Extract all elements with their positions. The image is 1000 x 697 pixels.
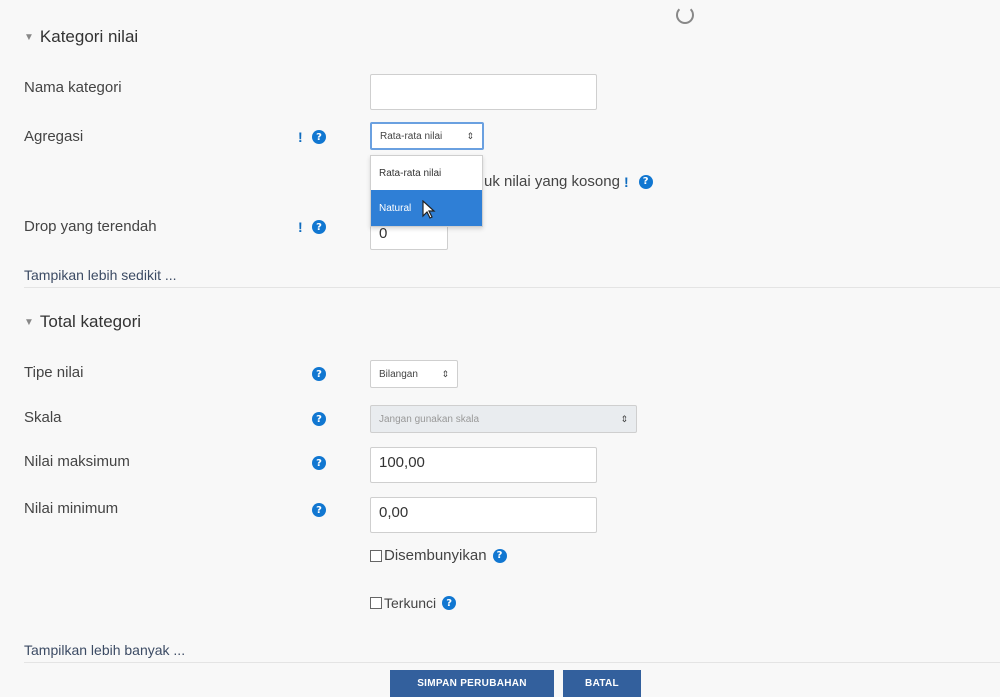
grade-type-label: Tipe nilai <box>24 364 84 381</box>
min-grade-label: Nilai minimum <box>24 500 119 517</box>
max-grade-label: Nilai maksimum <box>24 453 130 470</box>
up-down-caret-icon: ⇕ <box>441 368 449 379</box>
min-grade-input[interactable]: 0,00 <box>370 497 597 533</box>
scale-select[interactable]: Jangan gunakan skala ⇕ <box>370 405 637 433</box>
hidden-checkbox[interactable] <box>370 549 382 562</box>
category-name-label: Nama kategori <box>24 79 122 96</box>
help-icon[interactable]: ? <box>312 130 326 144</box>
grade-type-value: Bilangan <box>379 368 418 380</box>
aggregation-label: Agregasi <box>24 128 84 145</box>
mouse-pointer-icon <box>422 200 436 219</box>
total-section-header[interactable]: ▼ Total kategori <box>24 312 141 332</box>
category-name-input[interactable] <box>370 74 597 110</box>
help-icon[interactable]: ? <box>442 596 457 610</box>
locked-checkbox[interactable] <box>370 597 382 609</box>
aggregation-select-value: Rata-rata nilai <box>380 130 443 142</box>
grade-type-select[interactable]: Bilangan ⇕ <box>370 360 458 388</box>
advanced-marker-icon: ! <box>298 129 303 145</box>
cancel-button[interactable]: BATAL <box>563 670 641 697</box>
aggregation-option[interactable]: Rata-rata nilai <box>371 156 482 190</box>
drop-lowest-label: Drop yang terendah <box>24 218 157 235</box>
help-icon[interactable]: ? <box>312 367 326 381</box>
help-icon[interactable]: ? <box>492 548 507 563</box>
help-icon[interactable]: ? <box>312 220 326 234</box>
section-divider <box>24 287 1000 288</box>
category-section-header[interactable]: ▼ Kategori nilai <box>24 27 138 47</box>
up-down-caret-icon: ⇕ <box>620 413 628 424</box>
exclude-empty-label-text: uk nilai yang kosong <box>484 173 620 190</box>
hidden-checkbox-row[interactable]: Disembunyikan ? <box>370 547 507 564</box>
up-down-caret-icon: ⇕ <box>466 130 474 141</box>
advanced-marker-icon: ! <box>623 173 629 190</box>
help-icon[interactable]: ? <box>312 456 326 470</box>
save-changes-button[interactable]: SIMPAN PERUBAHAN <box>390 670 554 697</box>
locked-label: Terkunci <box>384 595 437 611</box>
exclude-empty-label: uk nilai yang kosong ! ? <box>484 173 653 190</box>
locked-checkbox-row[interactable]: Terkunci ? <box>370 595 457 611</box>
show-more-link[interactable]: Tampilkan lebih banyak ... <box>24 642 185 658</box>
loading-spinner-icon <box>676 6 694 24</box>
help-icon[interactable]: ? <box>312 503 326 517</box>
collapse-triangle-icon: ▼ <box>24 31 34 43</box>
total-section-title: Total kategori <box>39 312 142 331</box>
help-icon[interactable]: ? <box>638 174 653 189</box>
max-grade-input[interactable]: 100,00 <box>370 447 597 483</box>
collapse-triangle-icon: ▼ <box>24 316 34 328</box>
aggregation-select[interactable]: Rata-rata nilai ⇕ <box>370 122 484 150</box>
scale-value: Jangan gunakan skala <box>379 413 480 425</box>
section-divider <box>24 662 1000 663</box>
category-section-title: Kategori nilai <box>39 27 139 46</box>
scale-label: Skala <box>24 409 62 426</box>
advanced-marker-icon: ! <box>298 219 303 235</box>
hidden-label: Disembunyikan <box>384 547 487 564</box>
show-less-link[interactable]: Tampikan lebih sedikit ... <box>24 267 177 283</box>
help-icon[interactable]: ? <box>312 412 326 426</box>
